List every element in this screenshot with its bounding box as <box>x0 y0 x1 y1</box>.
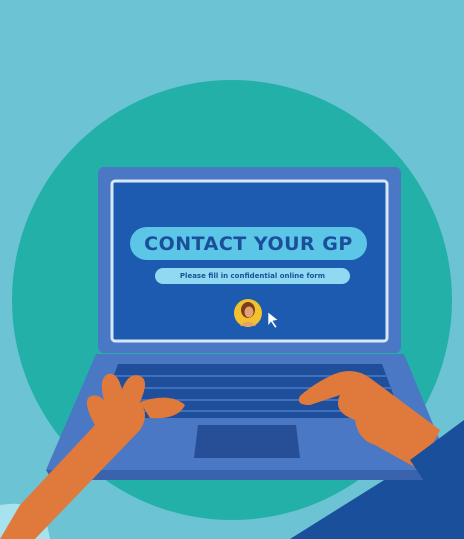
illustration: CONTACT YOUR GP Please fill in confident… <box>0 0 464 539</box>
screen-subtitle: Please fill in confidential online form <box>155 268 350 284</box>
screen-title: CONTACT YOUR GP <box>130 227 367 260</box>
user-avatar-icon <box>234 299 262 327</box>
trackpad <box>194 425 300 458</box>
